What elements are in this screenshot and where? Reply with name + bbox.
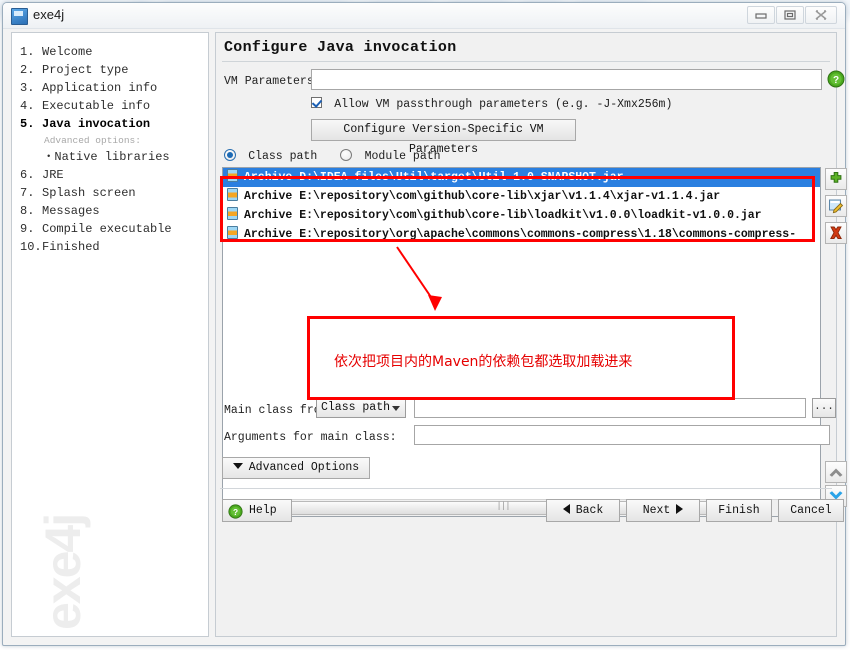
radio-module-path[interactable]: Module path (340, 149, 456, 163)
sidebar-step-java-invocation[interactable]: 5. Java invocation (12, 115, 208, 133)
sidebar-step-splash-screen[interactable]: 7. Splash screen (12, 184, 208, 202)
vm-parameters-input[interactable] (311, 69, 822, 90)
wizard-steps-sidebar: 1. Welcome 2. Project type 3. Application inf… (11, 32, 209, 637)
edit-icon (829, 199, 844, 214)
exe4j-watermark: exe4j (35, 514, 91, 630)
chevron-down-icon (392, 406, 400, 411)
sidebar-substep-native-libraries[interactable]: • Native libraries (12, 148, 208, 166)
next-button-label: Next (642, 504, 671, 517)
sidebar-step-executable-info[interactable]: 4. Executable info (12, 97, 208, 115)
help-button-label: Help (249, 504, 277, 517)
step-label: Executable info (42, 99, 151, 113)
advanced-options-header: Advanced options: (44, 135, 141, 146)
minimize-icon (755, 13, 767, 19)
help-button[interactable]: ? Help (222, 499, 292, 522)
title-divider (222, 61, 830, 62)
minimize-button[interactable] (747, 6, 775, 24)
sidebar-step-application-info[interactable]: 3. Application info (12, 79, 208, 97)
step-number: 2. (20, 63, 35, 77)
step-number: 6. (20, 168, 35, 182)
annotation-arrow (396, 246, 442, 311)
advanced-options-button[interactable]: Advanced Options (222, 457, 370, 479)
main-class-from-label: Main class from (224, 404, 328, 417)
class-path-label: Class path (248, 150, 318, 163)
delete-classpath-button[interactable] (825, 222, 847, 244)
step-label: Java invocation (42, 117, 151, 131)
chevron-up-icon (829, 468, 843, 477)
step-label: Finished (42, 240, 100, 254)
allow-passthrough-checkbox-row[interactable]: Allow VM passthrough parameters (e.g. -J… (311, 97, 672, 111)
back-button[interactable]: Back (546, 499, 620, 522)
triangle-left-icon (562, 504, 570, 514)
svg-text:?: ? (233, 507, 238, 517)
step-number: 8. (20, 204, 35, 218)
step-number: 1. (20, 45, 35, 59)
annotation-highlight-classpath-rows (220, 176, 815, 242)
finish-button[interactable]: Finish (706, 499, 772, 522)
step-label: Splash screen (42, 186, 136, 200)
maximize-button[interactable] (776, 6, 804, 24)
triangle-down-icon (232, 463, 243, 469)
advanced-options-label: Advanced Options (248, 461, 360, 474)
step-number: 9. (20, 222, 35, 236)
radio-class-path[interactable]: Class path (224, 149, 340, 163)
configure-version-specific-vm-parameters-button[interactable]: Configure Version-Specific VM Parameters (311, 119, 576, 156)
svg-text:?: ? (833, 75, 839, 86)
add-icon (830, 172, 842, 183)
step-label: Messages (42, 204, 100, 218)
annotation-note-box: 依次把项目内的Maven的依赖包都选取加载进来 (307, 316, 735, 400)
module-path-radio-dot[interactable] (340, 149, 353, 161)
sidebar-step-messages[interactable]: 8. Messages (12, 202, 208, 220)
maximize-icon (784, 10, 796, 20)
exe4j-icon (11, 8, 28, 25)
path-mode-radio-group: Class path Module path (224, 149, 457, 163)
step-number: 3. (20, 81, 35, 95)
browse-main-class-button[interactable]: ... (812, 398, 836, 418)
bullet-icon: • (46, 152, 52, 162)
step-number: 7. (20, 186, 35, 200)
move-up-button[interactable] (825, 461, 847, 483)
page-title: Configure Java invocation (224, 39, 457, 56)
step-label: Compile executable (42, 222, 172, 236)
annotation-note-text: 依次把项目内的Maven的依赖包都选取加载进来 (334, 354, 633, 370)
close-button[interactable] (805, 6, 837, 24)
step-label: Application info (42, 81, 158, 95)
module-path-label: Module path (364, 150, 441, 163)
window-title: exe4j (33, 7, 65, 22)
help-icon[interactable]: ? (827, 70, 845, 88)
allow-passthrough-checkbox[interactable] (311, 97, 322, 108)
vm-parameters-label: VM Parameters: (224, 75, 321, 88)
main-class-source-value: Class path (321, 401, 391, 414)
add-classpath-button[interactable] (825, 168, 847, 190)
step-label: Project type (42, 63, 129, 77)
back-button-label: Back (575, 504, 604, 517)
step-number: 4. (20, 99, 35, 113)
step-label: JRE (42, 168, 64, 182)
main-class-source-select[interactable]: Class path (316, 398, 406, 418)
substep-label: Native libraries (54, 150, 170, 165)
step-number: 5. (20, 117, 35, 131)
arguments-label: Arguments for main class: (224, 431, 397, 444)
close-icon (815, 10, 827, 20)
window-titlebar: exe4j (3, 3, 845, 29)
allow-passthrough-label: Allow VM passthrough parameters (e.g. -J… (334, 98, 673, 111)
help-icon: ? (228, 504, 243, 519)
triangle-right-icon (676, 504, 684, 514)
edit-classpath-button[interactable] (825, 195, 847, 217)
class-path-radio-dot[interactable] (224, 149, 236, 161)
footer-divider (220, 488, 832, 489)
step-number: 10. (20, 240, 42, 254)
arguments-input[interactable] (414, 425, 830, 445)
main-class-input[interactable] (414, 398, 806, 418)
cancel-button[interactable]: Cancel (778, 499, 844, 522)
sidebar-step-welcome[interactable]: 1. Welcome (12, 43, 208, 61)
step-label: Welcome (42, 45, 93, 59)
sidebar-step-project-type[interactable]: 2. Project type (12, 61, 208, 79)
sidebar-step-jre[interactable]: 6. JRE (12, 166, 208, 184)
sidebar-step-compile-executable[interactable]: 9. Compile executable (12, 220, 208, 238)
delete-icon (830, 226, 842, 240)
next-button[interactable]: Next (626, 499, 700, 522)
sidebar-step-finished[interactable]: 10.Finished (12, 238, 208, 256)
